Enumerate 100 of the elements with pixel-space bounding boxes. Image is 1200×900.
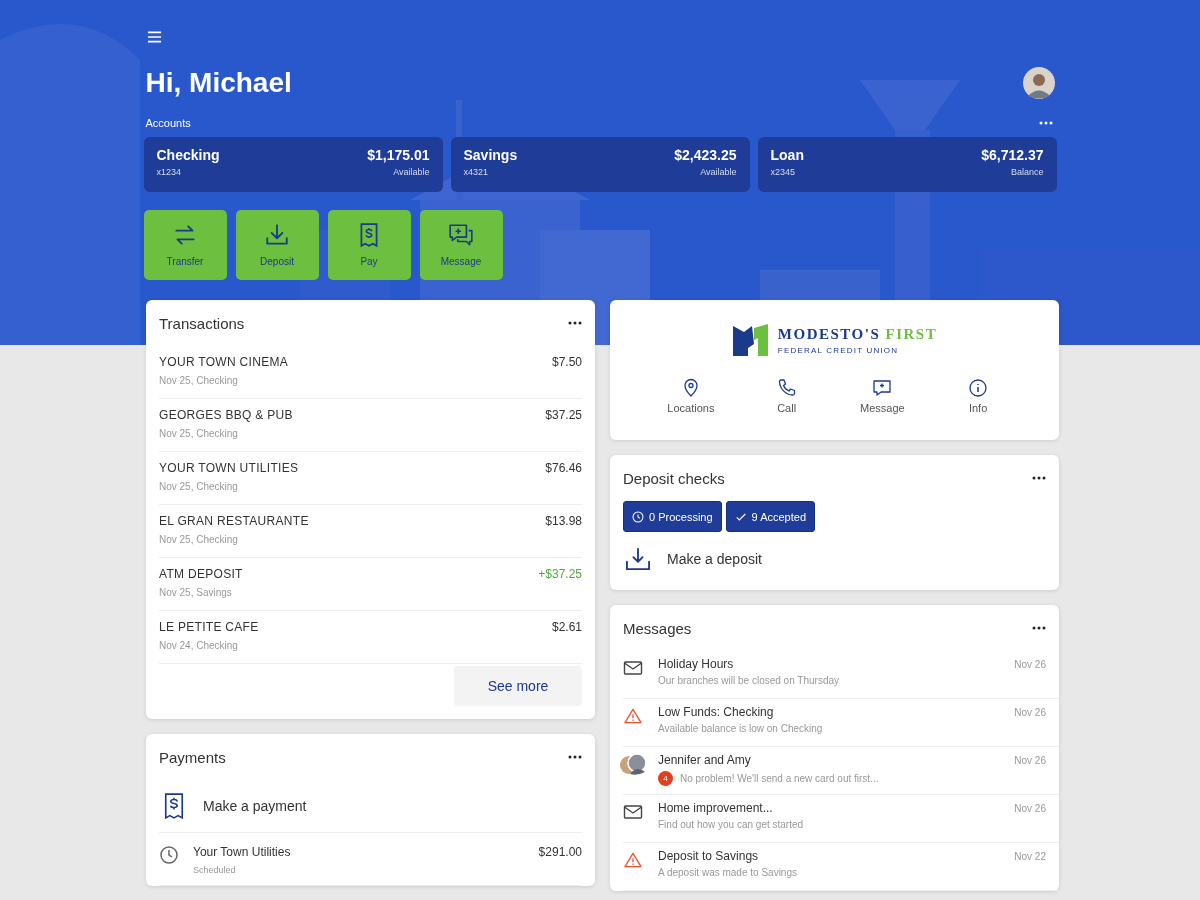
avatar[interactable]: [1022, 67, 1055, 99]
more-icon[interactable]: [1032, 476, 1046, 480]
account-number: x4321: [463, 167, 490, 177]
message-button[interactable]: Message: [834, 378, 931, 414]
more-icon[interactable]: [1038, 121, 1053, 125]
info-icon: [968, 378, 989, 398]
clock-icon: [159, 845, 179, 865]
transaction-row[interactable]: EL GRAN RESTAURANTE Nov 25, Checking $13.98: [159, 505, 582, 558]
message-date: Nov 26: [1014, 706, 1046, 718]
more-icon[interactable]: [568, 321, 582, 325]
download-icon: [625, 547, 651, 571]
balance-caption: Available: [700, 167, 737, 177]
more-icon[interactable]: [568, 755, 582, 759]
transaction-amount: $76.46: [545, 461, 582, 477]
transaction-detail: Nov 25, Checking: [159, 428, 239, 439]
message-row[interactable]: Low Funds: Checking Available balance is low on Checking Nov 26: [623, 699, 1059, 747]
account-card[interactable]: Savings x4321 $2,423.25 Available: [450, 137, 750, 192]
unread-badge: 4: [658, 771, 673, 786]
make-deposit-link[interactable]: Make a deposit: [667, 551, 762, 567]
make-payment-link[interactable]: Make a payment: [203, 798, 307, 814]
card-title: Payments: [159, 748, 226, 766]
chat-icon: [448, 222, 474, 248]
transaction-detail: Nov 24, Checking: [159, 640, 239, 651]
transfer-icon: [172, 222, 198, 248]
merchant-name: YOUR TOWN UTILITIES: [159, 461, 299, 475]
account-card[interactable]: Checking x1234 $1,175.01 Available: [143, 137, 443, 192]
group-avatar: [619, 752, 647, 776]
call-button[interactable]: Call: [738, 378, 835, 414]
transaction-detail: Nov 25, Savings: [159, 587, 233, 598]
account-name: Checking: [156, 147, 220, 163]
transaction-detail: Nov 25, Checking: [159, 375, 239, 386]
message-date: Nov 26: [1014, 754, 1046, 766]
phone-icon: [776, 378, 797, 398]
message-preview: Find out how you can get started: [658, 819, 804, 830]
transaction-row[interactable]: GEORGES BBQ & PUB Nov 25, Checking $37.25: [159, 399, 582, 452]
message-title: Jennifer and Amy: [658, 753, 752, 767]
transaction-detail: Nov 25, Checking: [159, 481, 239, 492]
card-title: Messages: [623, 619, 692, 637]
card-title: Deposit checks: [623, 469, 725, 487]
balance-caption: Available: [393, 167, 430, 177]
download-icon: [264, 222, 290, 248]
merchant-name: YOUR TOWN CINEMA: [159, 355, 289, 369]
payment-amount: $291.00: [538, 845, 582, 859]
transaction-row[interactable]: YOUR TOWN CINEMA Nov 25, Checking $7.50: [159, 346, 582, 399]
message-preview: A deposit was made to Savings: [658, 867, 797, 878]
account-card[interactable]: Loan x2345 $6,712.37 Balance: [757, 137, 1057, 192]
warning-icon: [623, 708, 643, 724]
payee-name: Your Town Utilities: [193, 845, 292, 859]
account-balance: $2,423.25: [674, 147, 737, 163]
message-title: Holiday Hours: [658, 657, 735, 671]
bank-logo-icon: [731, 322, 770, 358]
menu-icon[interactable]: [146, 31, 162, 43]
bank-name: MODESTO'S FIRST: [777, 325, 938, 343]
transaction-amount: +$37.25: [538, 567, 582, 583]
accepted-filter[interactable]: 9 Accepted: [725, 501, 816, 532]
transfer-button[interactable]: Transfer: [143, 210, 227, 280]
dollar-receipt-icon: [163, 792, 185, 820]
transaction-amount: $2.61: [551, 620, 582, 636]
message-preview: Our branches will be closed on Thursday: [658, 675, 840, 686]
balance-caption: Balance: [1010, 167, 1044, 177]
bank-subtitle: FEDERAL CREDIT UNION: [777, 345, 900, 355]
transaction-row[interactable]: ATM DEPOSIT Nov 25, Savings +$37.25: [159, 558, 582, 611]
message-button[interactable]: Message: [419, 210, 503, 280]
message-title: Deposit to Savings: [658, 849, 760, 863]
transaction-amount: $13.98: [545, 514, 582, 530]
account-name: Savings: [463, 147, 518, 163]
chat-icon: [872, 378, 893, 398]
merchant-name: EL GRAN RESTAURANTE: [159, 514, 309, 528]
message-title: Low Funds: Checking: [658, 705, 775, 719]
locations-button[interactable]: Locations: [643, 378, 739, 414]
accounts-label: Accounts: [145, 117, 191, 129]
payment-row[interactable]: Your Town Utilities Scheduled $291.00: [159, 833, 582, 886]
pay-button[interactable]: Pay: [327, 210, 411, 280]
message-row[interactable]: Home improvement... Find out how you can get started Nov 26: [623, 795, 1059, 843]
more-icon[interactable]: [1032, 626, 1046, 630]
merchant-name: LE PETITE CAFE: [159, 620, 259, 634]
merchant-name: ATM DEPOSIT: [159, 567, 243, 581]
message-row[interactable]: Deposit to Savings A deposit was made to Savings Nov 22: [623, 843, 1059, 891]
message-date: Nov 22: [1014, 850, 1046, 862]
warning-icon: [623, 852, 643, 868]
message-date: Nov 26: [1014, 658, 1046, 670]
account-number: x2345: [770, 167, 797, 177]
card-title: Transactions: [159, 314, 245, 332]
message-preview: No problem! We'll send a new card out first...: [680, 773, 879, 784]
merchant-name: GEORGES BBQ & PUB: [159, 408, 293, 422]
transaction-detail: Nov 25, Checking: [159, 534, 239, 545]
transaction-row[interactable]: YOUR TOWN UTILITIES Nov 25, Checking $76.46: [159, 452, 582, 505]
message-row[interactable]: Holiday Hours Our branches will be closed on Thursday Nov 26: [623, 651, 1059, 699]
account-name: Loan: [770, 147, 804, 163]
info-button[interactable]: Info: [930, 378, 1026, 414]
clock-icon: [632, 510, 644, 523]
deposit-button[interactable]: Deposit: [235, 210, 319, 280]
transaction-amount: $37.25: [545, 408, 582, 424]
message-date: Nov 26: [1014, 802, 1046, 814]
payment-status: Scheduled: [193, 865, 237, 875]
message-row[interactable]: Jennifer and Amy 4 No problem! We'll send a new card out first... Nov 26: [623, 747, 1059, 795]
greeting: Hi, Michael: [145, 67, 292, 99]
transaction-row[interactable]: LE PETITE CAFE Nov 24, Checking $2.61: [159, 611, 582, 664]
processing-filter[interactable]: 0 Processing: [623, 501, 722, 532]
see-more-button[interactable]: See more: [454, 666, 582, 706]
